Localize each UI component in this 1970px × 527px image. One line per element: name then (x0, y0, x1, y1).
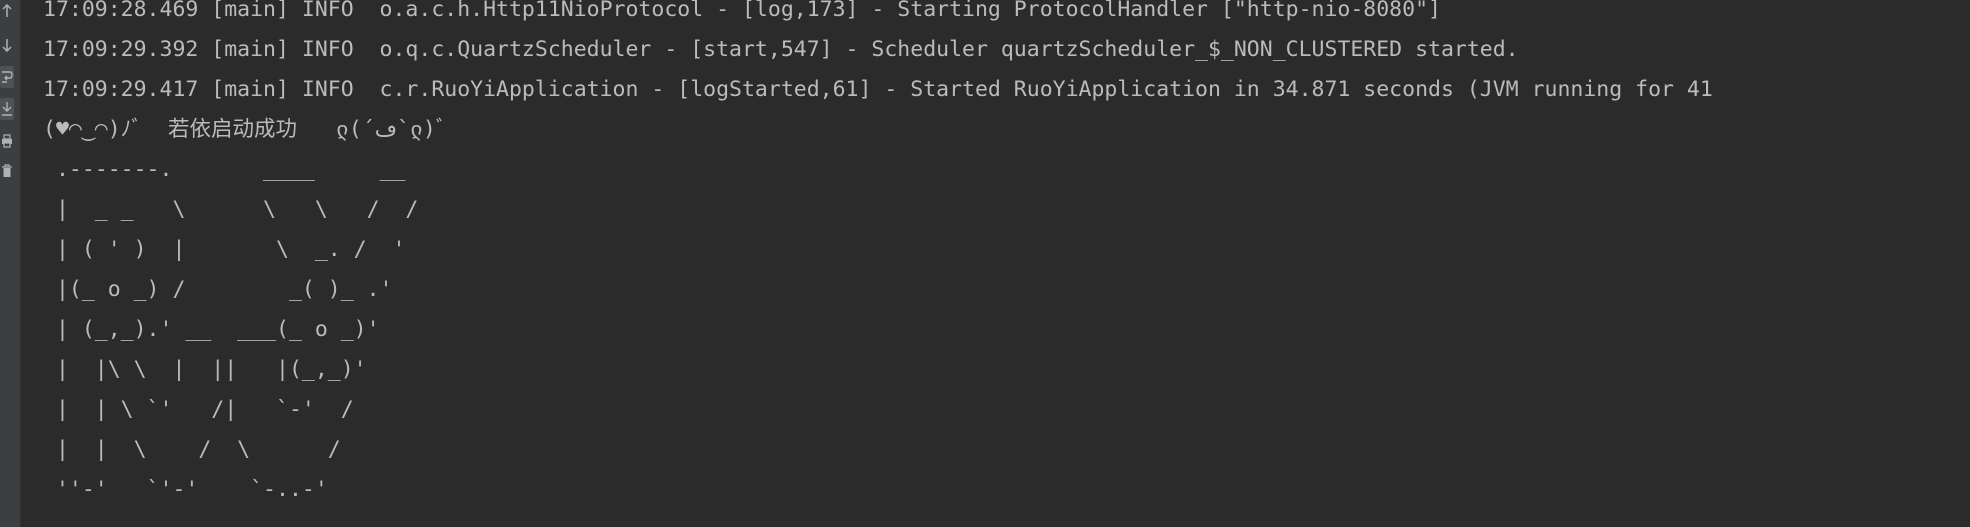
ascii-art-line: | | \ `' /| `-' / (43, 397, 354, 422)
ascii-art-line: | | \ / \ / (43, 437, 341, 462)
run-console: 17:09:28.469 [main] INFO o.a.c.h.Http11N… (0, 0, 1970, 527)
log-line: 17:09:29.417 [main] INFO c.r.RuoYiApplic… (43, 77, 1713, 102)
print-icon[interactable] (0, 130, 14, 152)
ascii-art-line: | _ _ \ \ \ / / (43, 197, 419, 222)
down-arrow-icon[interactable] (0, 34, 14, 56)
up-arrow-icon[interactable] (0, 0, 14, 22)
soft-wrap-icon[interactable] (0, 66, 14, 88)
scroll-to-end-icon[interactable] (0, 98, 14, 120)
console-output[interactable]: 17:09:28.469 [main] INFO o.a.c.h.Http11N… (21, 0, 1970, 527)
ascii-art-line: |(_ o _) / _( )_ .' (43, 277, 393, 302)
log-line: 17:09:28.469 [main] INFO o.a.c.h.Http11N… (43, 0, 1441, 22)
ascii-art-line: | |\ \ | || |(_,_)' (43, 357, 367, 382)
startup-success-message: (♥◠‿◠)ﾉﾞ 若依启动成功 ლ(´ڡ`ლ)ﾞ (43, 117, 447, 142)
ascii-art-line: | (_,_).' __ ___(_ o _)' (43, 317, 380, 342)
clear-trash-icon[interactable] (0, 160, 14, 182)
log-line: 17:09:29.392 [main] INFO o.q.c.QuartzSch… (43, 37, 1519, 62)
ascii-art-line: ''-' `'-' `-..-' (43, 477, 328, 502)
ascii-art-line: | ( ' ) | \ _. / ' (43, 237, 406, 262)
ascii-art-line: .-------. ____ __ (43, 157, 406, 182)
console-toolbar (0, 0, 21, 527)
